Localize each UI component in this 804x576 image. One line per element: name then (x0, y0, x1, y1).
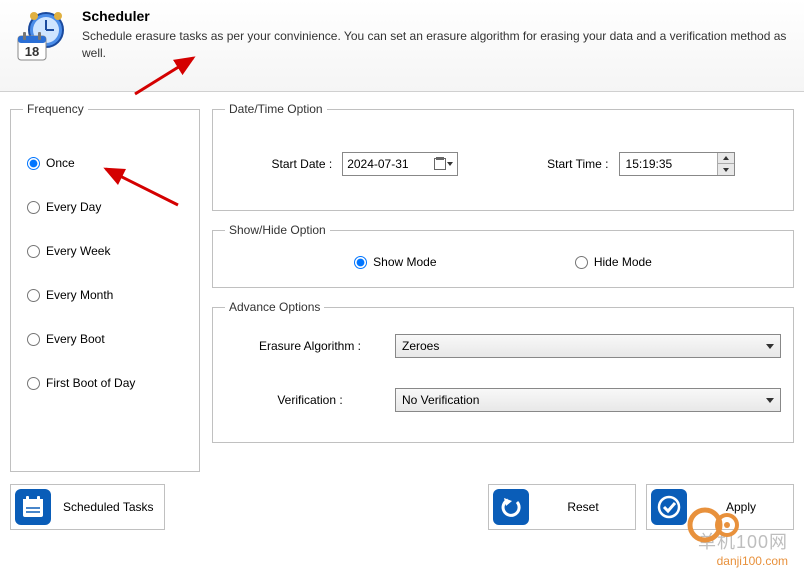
frequency-radio-every-month[interactable] (27, 289, 40, 302)
frequency-option-every-week[interactable]: Every Week (27, 244, 183, 258)
reset-button[interactable]: Reset (488, 484, 636, 530)
frequency-radio-every-week[interactable] (27, 245, 40, 258)
time-spin-down[interactable] (718, 164, 734, 175)
chevron-down-icon (766, 398, 774, 403)
header-description: Schedule erasure tasks as per your convi… (82, 28, 792, 62)
date-picker-button[interactable] (434, 158, 453, 170)
scheduler-calendar-icon: 18 (12, 8, 82, 71)
time-spinner (717, 153, 734, 175)
reset-icon (493, 489, 529, 525)
datetime-panel: Date/Time Option Start Date : 2024-07-31… (212, 102, 794, 211)
apply-icon (651, 489, 687, 525)
header-title: Scheduler (82, 8, 792, 24)
chevron-down-icon (723, 168, 729, 172)
datetime-legend: Date/Time Option (225, 102, 327, 116)
scheduled-tasks-icon (15, 489, 51, 525)
frequency-legend: Frequency (23, 102, 88, 116)
frequency-option-once[interactable]: Once (27, 156, 183, 170)
footer: Scheduled Tasks Reset Apply (0, 482, 804, 532)
verification-value: No Verification (402, 393, 479, 407)
hide-mode-radio[interactable] (575, 256, 588, 269)
frequency-radio-every-boot[interactable] (27, 333, 40, 346)
chevron-down-icon (766, 344, 774, 349)
frequency-radio-once[interactable] (27, 157, 40, 170)
advance-legend: Advance Options (225, 300, 324, 314)
frequency-option-every-boot[interactable]: Every Boot (27, 332, 183, 346)
scheduled-tasks-button[interactable]: Scheduled Tasks (10, 484, 165, 530)
frequency-label-every-day: Every Day (46, 200, 101, 214)
start-time-value: 15:19:35 (620, 157, 717, 171)
start-time-label: Start Time : (547, 157, 608, 171)
show-mode-radio[interactable] (354, 256, 367, 269)
reset-label: Reset (541, 500, 625, 514)
scheduled-tasks-label: Scheduled Tasks (63, 500, 154, 514)
apply-button[interactable]: Apply (646, 484, 794, 530)
frequency-label-every-month: Every Month (46, 288, 113, 302)
frequency-option-every-month[interactable]: Every Month (27, 288, 183, 302)
calendar-icon (434, 158, 446, 170)
show-mode-option[interactable]: Show Mode (354, 255, 436, 269)
start-time-input[interactable]: 15:19:35 (619, 152, 735, 176)
apply-label: Apply (699, 500, 783, 514)
erasure-algorithm-value: Zeroes (402, 339, 439, 353)
time-spin-up[interactable] (718, 153, 734, 164)
frequency-panel: Frequency Once Every Day Every Week Ever… (10, 102, 200, 472)
show-mode-label: Show Mode (373, 255, 436, 269)
chevron-down-icon (447, 162, 453, 166)
erasure-algorithm-label: Erasure Algorithm : (225, 339, 395, 353)
frequency-radio-first-boot[interactable] (27, 377, 40, 390)
watermark: 单机100网 danji100.com (698, 528, 788, 568)
start-date-value: 2024-07-31 (347, 157, 408, 171)
hide-mode-option[interactable]: Hide Mode (575, 255, 652, 269)
advance-panel: Advance Options Erasure Algorithm : Zero… (212, 300, 794, 443)
watermark-line2: danji100.com (698, 554, 788, 568)
start-date-input[interactable]: 2024-07-31 (342, 152, 458, 176)
svg-text:18: 18 (25, 44, 39, 59)
frequency-option-every-day[interactable]: Every Day (27, 200, 183, 214)
frequency-label-first-boot: First Boot of Day (46, 376, 135, 390)
showhide-legend: Show/Hide Option (225, 223, 330, 237)
hide-mode-label: Hide Mode (594, 255, 652, 269)
verification-select[interactable]: No Verification (395, 388, 781, 412)
chevron-up-icon (723, 156, 729, 160)
header: 18 Scheduler Schedule erasure tasks as p… (0, 0, 804, 92)
showhide-panel: Show/Hide Option Show Mode Hide Mode (212, 223, 794, 288)
frequency-label-every-boot: Every Boot (46, 332, 105, 346)
frequency-label-once: Once (46, 156, 75, 170)
frequency-radio-every-day[interactable] (27, 201, 40, 214)
frequency-option-first-boot[interactable]: First Boot of Day (27, 376, 183, 390)
frequency-label-every-week: Every Week (46, 244, 110, 258)
verification-label: Verification : (225, 393, 395, 407)
start-date-label: Start Date : (271, 157, 332, 171)
erasure-algorithm-select[interactable]: Zeroes (395, 334, 781, 358)
